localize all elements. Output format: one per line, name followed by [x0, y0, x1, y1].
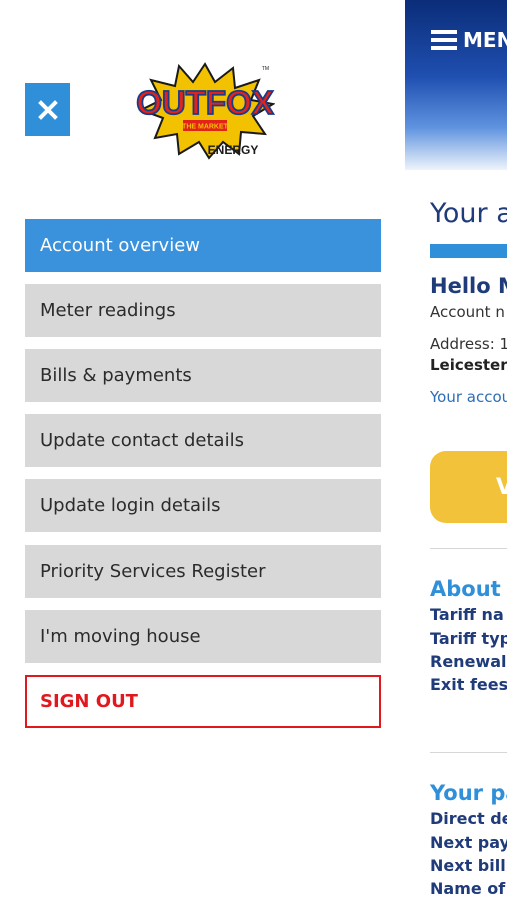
page-header: MENU	[405, 0, 507, 170]
page-title: Your a	[430, 198, 507, 229]
menu-button[interactable]: MENU	[431, 28, 507, 52]
nav-item-label: Priority Services Register	[40, 561, 266, 582]
primary-action-label: V	[496, 475, 507, 500]
account-page: MENU Your a Hello M Account n Address: 1…	[405, 0, 507, 900]
hamburger-menu-icon	[431, 30, 457, 50]
divider	[430, 548, 507, 549]
payments-row: Direct de	[430, 809, 507, 828]
divider	[430, 752, 507, 753]
account-number: Account n	[430, 303, 505, 321]
logo-bottom-text: ENERGY	[208, 143, 259, 157]
about-row: Tariff na	[430, 605, 504, 624]
address: Address: 1	[430, 335, 507, 353]
about-title: About	[430, 577, 501, 601]
menu-label: MENU	[463, 28, 507, 52]
payments-row: Next pay	[430, 833, 507, 852]
outfox-logo: OUTFOX THE MARKET ENERGY TM	[135, 62, 275, 160]
logo-tm: TM	[262, 66, 269, 72]
nav-item-update-contact-details[interactable]: Update contact details	[25, 414, 381, 467]
title-underline	[430, 244, 507, 258]
nav-item-account-overview[interactable]: Account overview	[25, 219, 381, 272]
logo-middle-text: THE MARKET	[182, 124, 229, 131]
sign-out-button[interactable]: SIGN OUT	[25, 675, 381, 728]
nav-item-label: Meter readings	[40, 300, 176, 321]
about-row: Exit fees	[430, 675, 507, 694]
about-row: Renewal	[430, 652, 507, 671]
nav-item-priority-services-register[interactable]: Priority Services Register	[25, 545, 381, 598]
nav-item-label: I'm moving house	[40, 626, 201, 647]
primary-action-button[interactable]: V	[430, 451, 507, 523]
address-region: Leicesters	[430, 356, 507, 374]
nav-item-label: Bills & payments	[40, 365, 192, 386]
sign-out-label: SIGN OUT	[40, 691, 138, 712]
greeting: Hello M	[430, 274, 507, 298]
nav-item-update-login-details[interactable]: Update login details	[25, 479, 381, 532]
nav-item-label: Update contact details	[40, 430, 244, 451]
nav-item-bills-payments[interactable]: Bills & payments	[25, 349, 381, 402]
account-link[interactable]: Your accou	[430, 388, 507, 406]
side-drawer: OUTFOX THE MARKET ENERGY TM Account over…	[0, 0, 405, 900]
payments-row: Name of	[430, 879, 506, 898]
about-row: Tariff typ	[430, 629, 507, 648]
close-button[interactable]	[25, 83, 70, 136]
nav-item-meter-readings[interactable]: Meter readings	[25, 284, 381, 337]
payments-row: Next bill	[430, 856, 506, 875]
nav-item-moving-house[interactable]: I'm moving house	[25, 610, 381, 663]
close-icon	[37, 99, 58, 120]
payments-title: Your pa	[430, 781, 507, 805]
nav-item-label: Account overview	[40, 235, 200, 256]
nav-item-label: Update login details	[40, 495, 221, 516]
logo-top-text: OUTFOX	[136, 84, 274, 121]
